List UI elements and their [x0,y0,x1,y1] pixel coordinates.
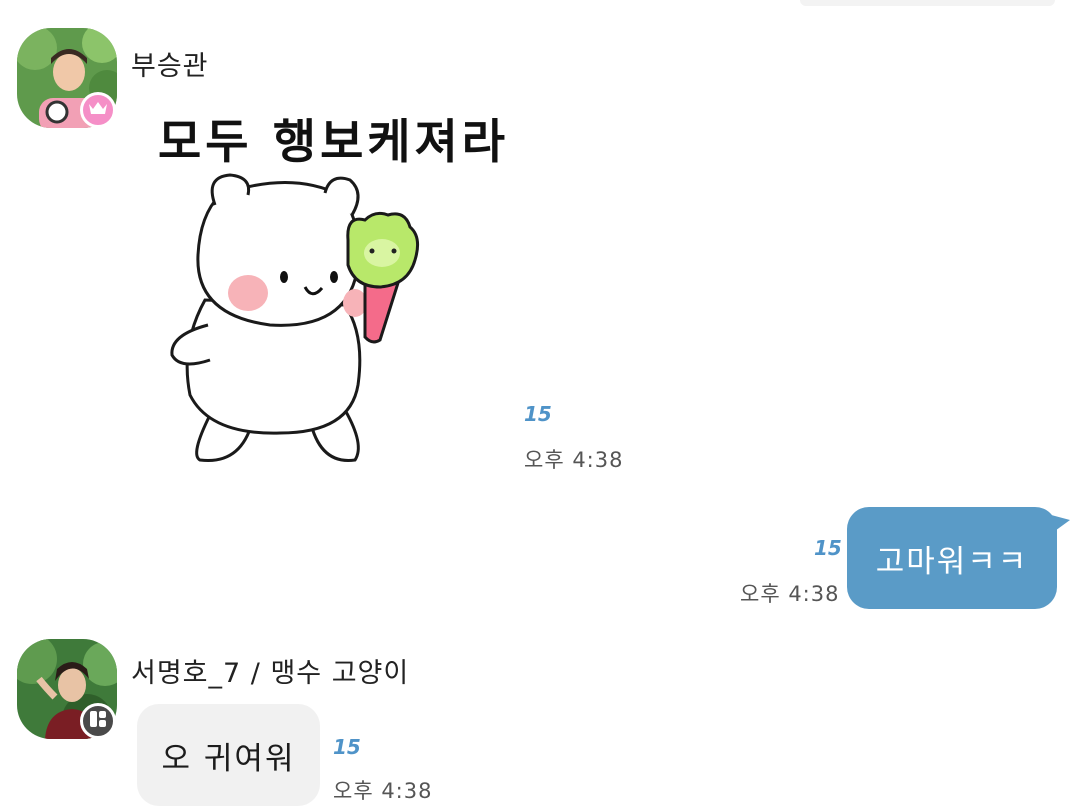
grid-icon [89,710,107,732]
message-time: 오후 4:38 [740,582,840,606]
top-strip [800,0,1055,6]
crown-icon [88,100,108,120]
outgoing-message-bubble[interactable]: 고마워ㅋㅋ [847,507,1057,609]
sender-name: 서명호_7 / 맹수 고양이 [131,658,410,689]
sticker-caption: 모두 행보케져라 [158,115,510,170]
unread-count: 15 [814,536,842,560]
incoming-message-bubble[interactable]: 오 귀여워 [137,704,320,806]
grid-badge [80,703,116,739]
sender-name: 부승관 [131,51,209,82]
crown-badge [80,92,116,128]
bubble-tail [1040,512,1070,536]
bear-sticker[interactable] [160,165,440,474]
message-time: 오후 4:38 [524,448,624,472]
message-time: 오후 4:38 [333,779,433,803]
unread-count: 15 [333,735,361,759]
unread-count: 15 [524,402,552,426]
